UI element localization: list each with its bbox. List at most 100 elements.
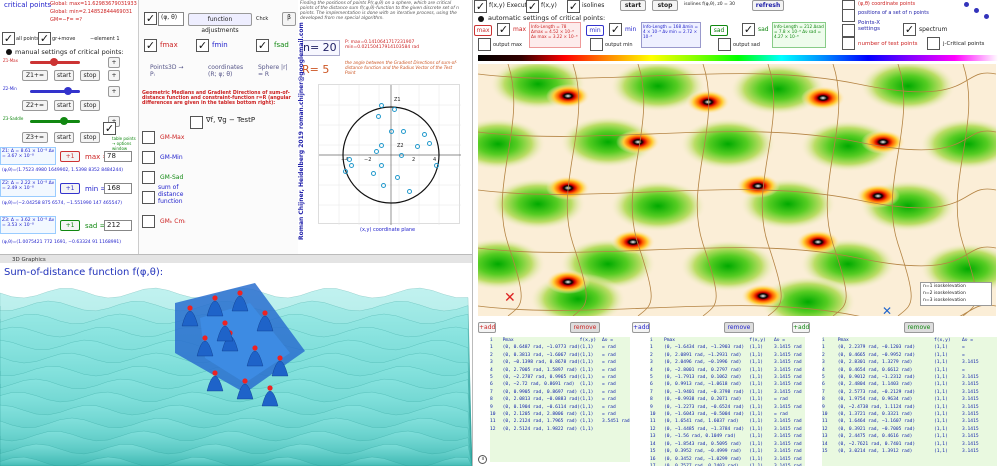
table-row[interactable]: 2 (0, 0.4665 rad, −0.9952 rad) (1,1) = [822, 352, 997, 359]
table-row[interactable]: 12 (0, 2.5124 rad, 1.9822 rad) (1,1) [490, 426, 630, 433]
pause-button[interactable]: ॥ [478, 455, 487, 464]
z1-plus2-button[interactable]: + [108, 70, 120, 81]
table-row[interactable]: 14 (0, −1.8543 rad, 0.5095 rad) (1,1) 3.141… [650, 441, 805, 448]
table-row[interactable]: 7 (0, 0.9905 rad, 0.8697 rad) (1,1) = rad [490, 389, 630, 396]
max-value-field[interactable]: 78 [104, 151, 132, 162]
table-row[interactable]: 12 (0, −1.4485 rad, −1.3784 rad) (1,1) 3.14… [650, 426, 805, 433]
max-point-marker[interactable] [267, 385, 273, 391]
z1-slider[interactable] [30, 58, 80, 66]
grad-checkbox[interactable] [190, 116, 203, 129]
max-toggle-button[interactable]: max [474, 25, 492, 36]
z3-stop-button[interactable]: stop [80, 132, 100, 143]
z3-start-button[interactable]: start [54, 132, 74, 143]
start-button[interactable]: start [620, 0, 646, 11]
output-min-checkbox[interactable] [590, 38, 603, 51]
table-row[interactable]: 16 (0, 0.3452 rad, −1.0299 rad) (1,1) 3.141… [650, 456, 805, 463]
gm-min-checkbox[interactable] [142, 151, 155, 164]
table-row[interactable]: 8 (0, 1.9754 rad, 0.9634 rad) (1,1) 3.1415 [822, 396, 997, 403]
z2-plus-button[interactable]: + [108, 86, 120, 97]
output-sad-checkbox[interactable] [718, 38, 731, 51]
table-row[interactable]: 10 (0, 2.1205 rad, 2.8006 rad) (1,1) = rad [490, 411, 630, 418]
max-point-marker[interactable] [237, 290, 243, 296]
max-point-marker[interactable] [252, 345, 258, 351]
output-max-checkbox[interactable] [478, 38, 491, 51]
table-row[interactable]: 8 (0, 2.0813 rad, −0.0883 rad) (1,1) = rad [490, 396, 630, 403]
max-plus1-button[interactable]: +1 [60, 151, 80, 162]
max-point-marker[interactable] [187, 305, 193, 311]
graphics3d-view[interactable]: Sum-of-distance function f(φ,θ): [0, 263, 472, 466]
table-row[interactable]: 10 (0, 1.3721 rad, 0.3321 rad) (1,1) 3.1415 [822, 411, 997, 418]
point-8[interactable] [415, 144, 420, 149]
sad-checkbox[interactable]: ✓ [742, 23, 755, 36]
table-row[interactable]: 1 (0, −1.6434 rad, −1.2903 rad) (1,1) 3.141… [650, 344, 805, 351]
point-10[interactable] [374, 149, 379, 154]
table-row[interactable]: 2 (0, 2.0891 rad, −1.2931 rad) (1,1) 3.1415… [650, 352, 805, 359]
table-row[interactable]: 15 (0, 0.3952 rad, −0.4999 rad) (1,1) 3.141… [650, 448, 805, 455]
spectrum-checkbox[interactable]: ✓ [903, 23, 916, 36]
z2-eq-button[interactable]: Z2+= [22, 100, 48, 111]
blue-x-marker[interactable]: ✕ [882, 304, 892, 316]
max-point-marker[interactable] [222, 320, 228, 326]
manual-radio[interactable] [6, 49, 12, 55]
z1-plus-button[interactable]: + [108, 57, 120, 68]
table-row[interactable]: 9 (0, −1.2273 rad, −0.6524 rad) (1,1) 3.141… [650, 404, 805, 411]
max-table[interactable]: i Pmax f(x,y) Δν = 1 (0, 0.6487 rad, −1.0773… [490, 337, 630, 462]
z3-eq-button[interactable]: Z3+= [22, 132, 48, 143]
min-toggle-button[interactable]: min [586, 25, 604, 36]
fmin-checkbox[interactable]: ✓ [196, 39, 209, 52]
table-row[interactable]: 5 (0, −1.7913 rad, 0.1062 rad) (1,1) 3.1415… [650, 374, 805, 381]
max-checkbox[interactable]: ✓ [497, 23, 510, 36]
point-4[interactable] [401, 129, 406, 134]
table-row[interactable]: 11 (0, 1.6541 rad, 1.6037 rad) (1,1) 3.1415… [650, 418, 805, 425]
table-row[interactable]: 7 (0, −1.9401 rad, −0.3798 rad) (1,1) 3.141… [650, 389, 805, 396]
point-16[interactable] [381, 183, 386, 188]
table-row[interactable]: 4 (0, −2.8001 rad, 0.2797 rad) (1,1) 3.1415… [650, 367, 805, 374]
phi-theta-checkbox[interactable]: ✓ [144, 12, 157, 25]
fmax-checkbox[interactable]: ✓ [144, 39, 157, 52]
gm-sad-checkbox[interactable] [142, 171, 155, 184]
remove-sad-button[interactable]: remove [904, 322, 934, 333]
z1-stop-button[interactable]: stop [80, 70, 100, 81]
table-row[interactable]: 1 (0, 2.2379 rad, −0.1203 rad) (1,1) = [822, 344, 997, 351]
table-row[interactable]: 13 (0, 2.4475 rad, 0.4616 rad) (1,1) 3.1415 [822, 433, 997, 440]
point-20[interactable] [399, 153, 404, 158]
table-row[interactable]: 6 (0, −2.72 rad, 0.8691 rad) (1,1) = rad [490, 381, 630, 388]
min-plus1-button[interactable]: +1 [60, 183, 80, 194]
positions-checkbox[interactable] [842, 9, 855, 22]
fsad-checkbox[interactable]: ✓ [256, 39, 269, 52]
table-row[interactable]: 15 (0, 3.0214 rad, 1.3912 rad) (1,1) 3.1415 [822, 448, 997, 455]
max-point-marker[interactable] [212, 370, 218, 376]
isolines-checkbox[interactable]: ✓ [567, 0, 580, 13]
j-critical-checkbox[interactable] [927, 37, 940, 50]
table-row[interactable]: 7 (0, 2.5773 rad, −0.2129 rad) (1,1) 3.1415 [822, 389, 997, 396]
refresh-button[interactable]: refresh [752, 0, 784, 11]
max-point-marker[interactable] [242, 378, 248, 384]
remove-max-button[interactable]: remove [570, 322, 600, 333]
point-15[interactable] [395, 175, 400, 180]
z2-stop-button[interactable]: stop [80, 100, 100, 111]
max-point-marker[interactable] [277, 355, 283, 361]
table-row[interactable]: 11 (0, 1.6464 rad, −1.1607 rad) (1,1) 3.141… [822, 418, 997, 425]
sad-value-field[interactable]: 212 [104, 220, 132, 231]
remove-min-button[interactable]: remove [724, 322, 754, 333]
point-7[interactable] [427, 141, 432, 146]
table-row[interactable]: 10 (0, −1.6043 rad, −0.5004 rad) (1,1) = ra… [650, 411, 805, 418]
fxy-checkbox[interactable]: ✓ [526, 0, 539, 13]
all-points-checkbox[interactable]: ✓ [2, 32, 15, 45]
point-5[interactable] [389, 129, 394, 134]
z1-eq-button[interactable]: Z1+= [22, 70, 48, 81]
red-x-marker[interactable]: ✕ [504, 290, 516, 306]
number-test-checkbox[interactable] [842, 37, 855, 50]
table-row[interactable]: 1 (0, 0.6487 rad, −1.0773 rad) (1,1) = rad [490, 344, 630, 351]
table-row[interactable]: 5 (0, 0.9012 rad, −1.2312 rad) (1,1) 3.1415 [822, 374, 997, 381]
table-row[interactable]: 3 (0, 2.8301 rad, 1.3279 rad) (1,1) 3.1415 [822, 359, 997, 366]
table-row[interactable]: 6 (0, 0.9913 rad, −1.0618 rad) (1,1) 3.1415… [650, 381, 805, 388]
max-point-marker[interactable] [262, 310, 268, 316]
point-17[interactable] [407, 189, 412, 194]
table-row[interactable]: 12 (0, 0.3921 rad, −0.7005 rad) (1,1) 3.141… [822, 426, 997, 433]
table-points-checkbox[interactable]: ✓ [103, 122, 116, 135]
table-row[interactable]: 2 (0, 0.3813 rad, −1.6067 rad) (1,1) = rad [490, 352, 630, 359]
point-2[interactable] [392, 107, 397, 112]
function-adjustments-button[interactable]: function adjustments [188, 13, 252, 34]
z2-start-button[interactable]: start [54, 100, 74, 111]
